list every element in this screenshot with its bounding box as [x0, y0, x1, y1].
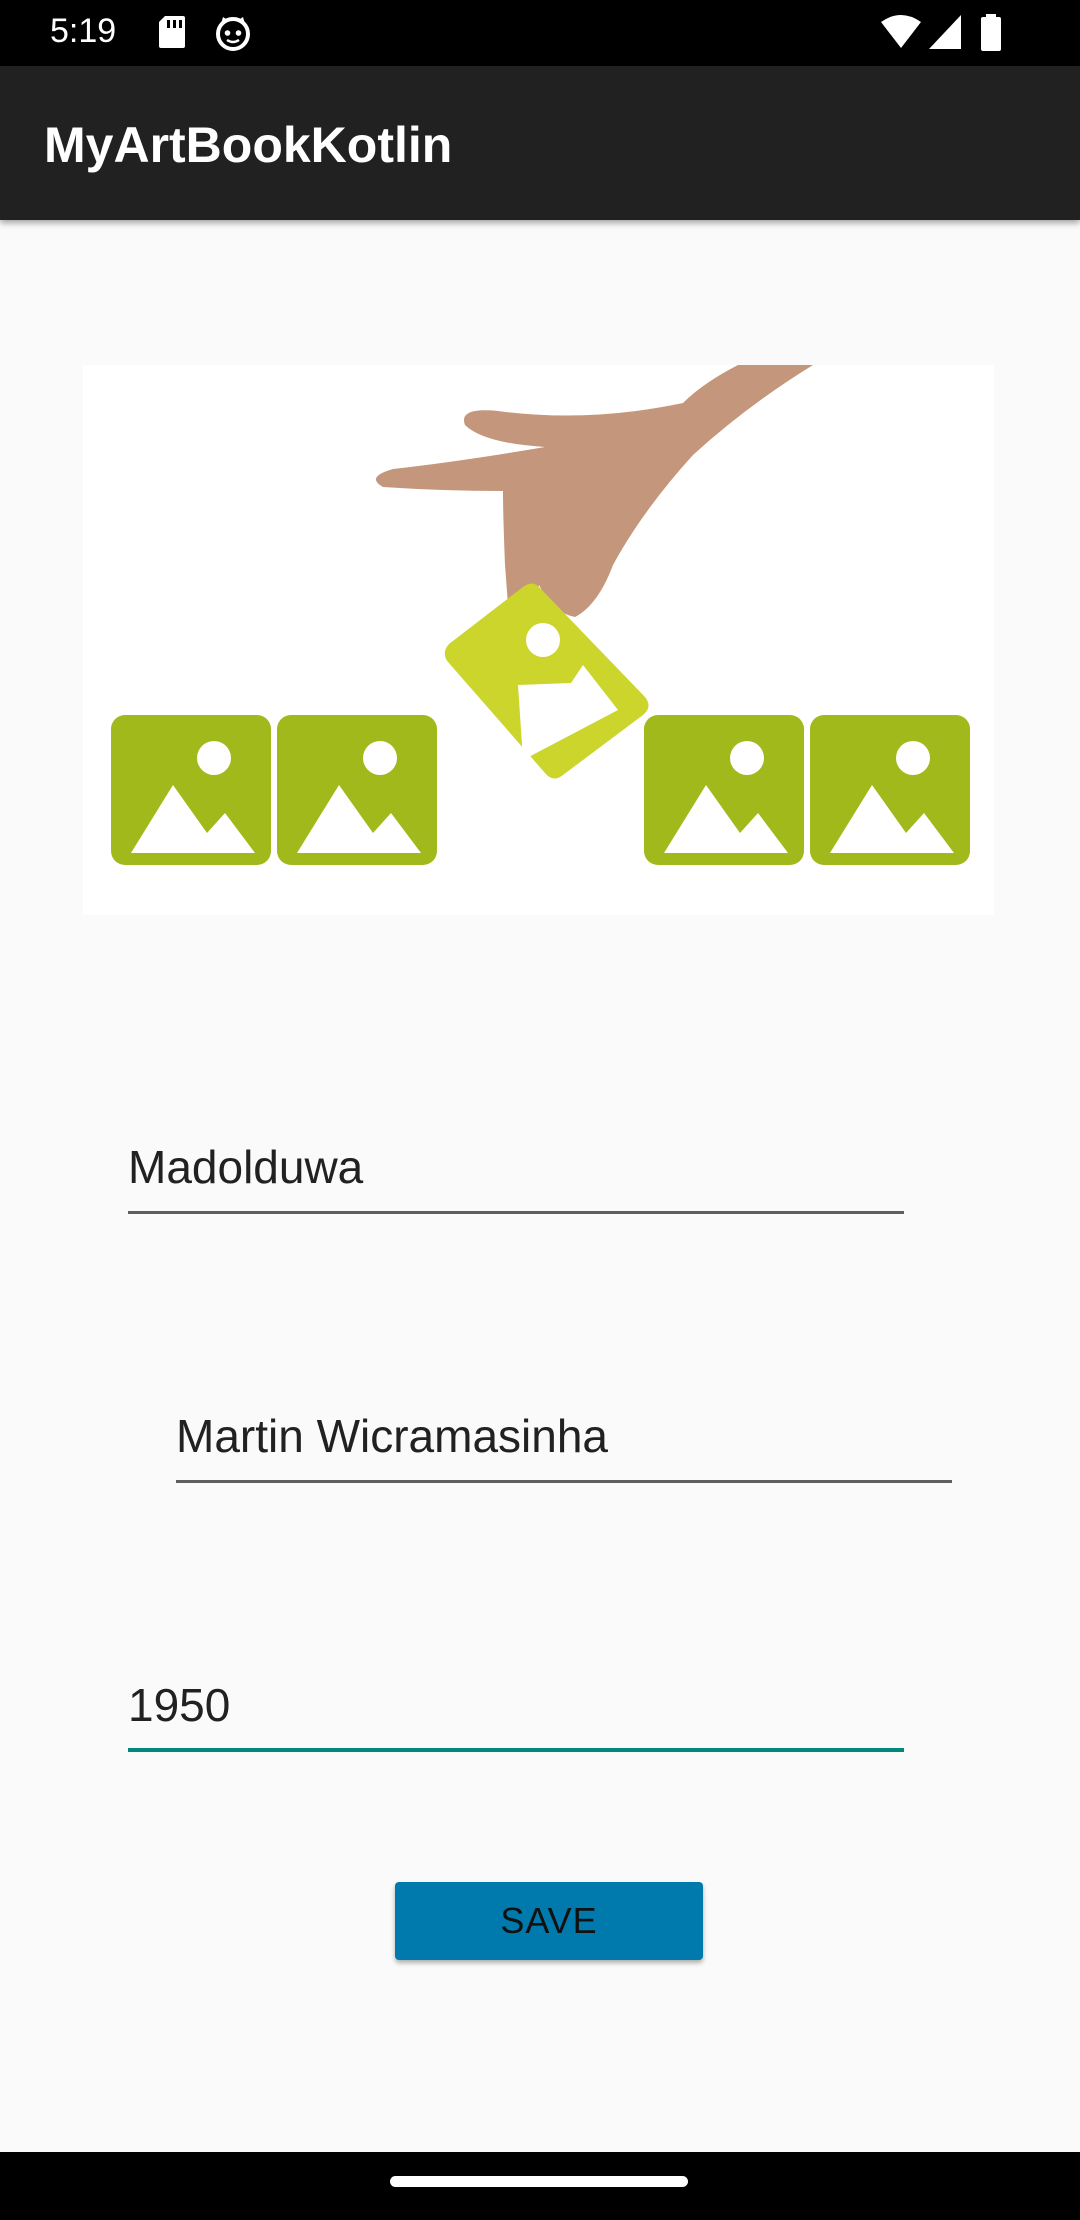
- navigation-bar: [0, 2152, 1080, 2220]
- status-bar: 5:19: [0, 0, 1080, 66]
- artist-name-field[interactable]: [176, 1393, 952, 1483]
- year-field[interactable]: [128, 1662, 904, 1752]
- sd-card-icon: [157, 14, 187, 55]
- hand-illustration: [375, 365, 813, 617]
- picture-icon-left-1: [111, 715, 271, 865]
- year-input[interactable]: [128, 1662, 904, 1748]
- picture-icon-left-2: [277, 715, 437, 865]
- art-name-input[interactable]: [128, 1124, 904, 1210]
- artist-name-input[interactable]: [176, 1393, 952, 1479]
- save-button[interactable]: SAVE: [395, 1882, 703, 1960]
- year-underline: [128, 1748, 904, 1752]
- wifi-icon: [880, 14, 922, 55]
- cell-signal-icon: [928, 14, 962, 55]
- app-title: MyArtBookKotlin: [44, 117, 453, 173]
- tilted-picture-icon: [444, 583, 649, 779]
- picture-icon-right-2: [810, 715, 970, 865]
- content-area: SAVE: [0, 220, 1080, 2152]
- status-time: 5:19: [50, 12, 117, 50]
- home-gesture-handle[interactable]: [390, 2176, 688, 2187]
- select-image-illustration: [111, 365, 970, 865]
- app-bar: MyArtBookKotlin: [0, 66, 1080, 220]
- battery-icon: [980, 14, 1002, 57]
- cat-face-icon: [214, 14, 252, 57]
- art-name-underline: [128, 1211, 904, 1214]
- picture-icon-right-1: [644, 715, 804, 865]
- art-name-field[interactable]: [128, 1124, 904, 1214]
- select-image-button[interactable]: [83, 365, 994, 915]
- artist-name-underline: [176, 1480, 952, 1483]
